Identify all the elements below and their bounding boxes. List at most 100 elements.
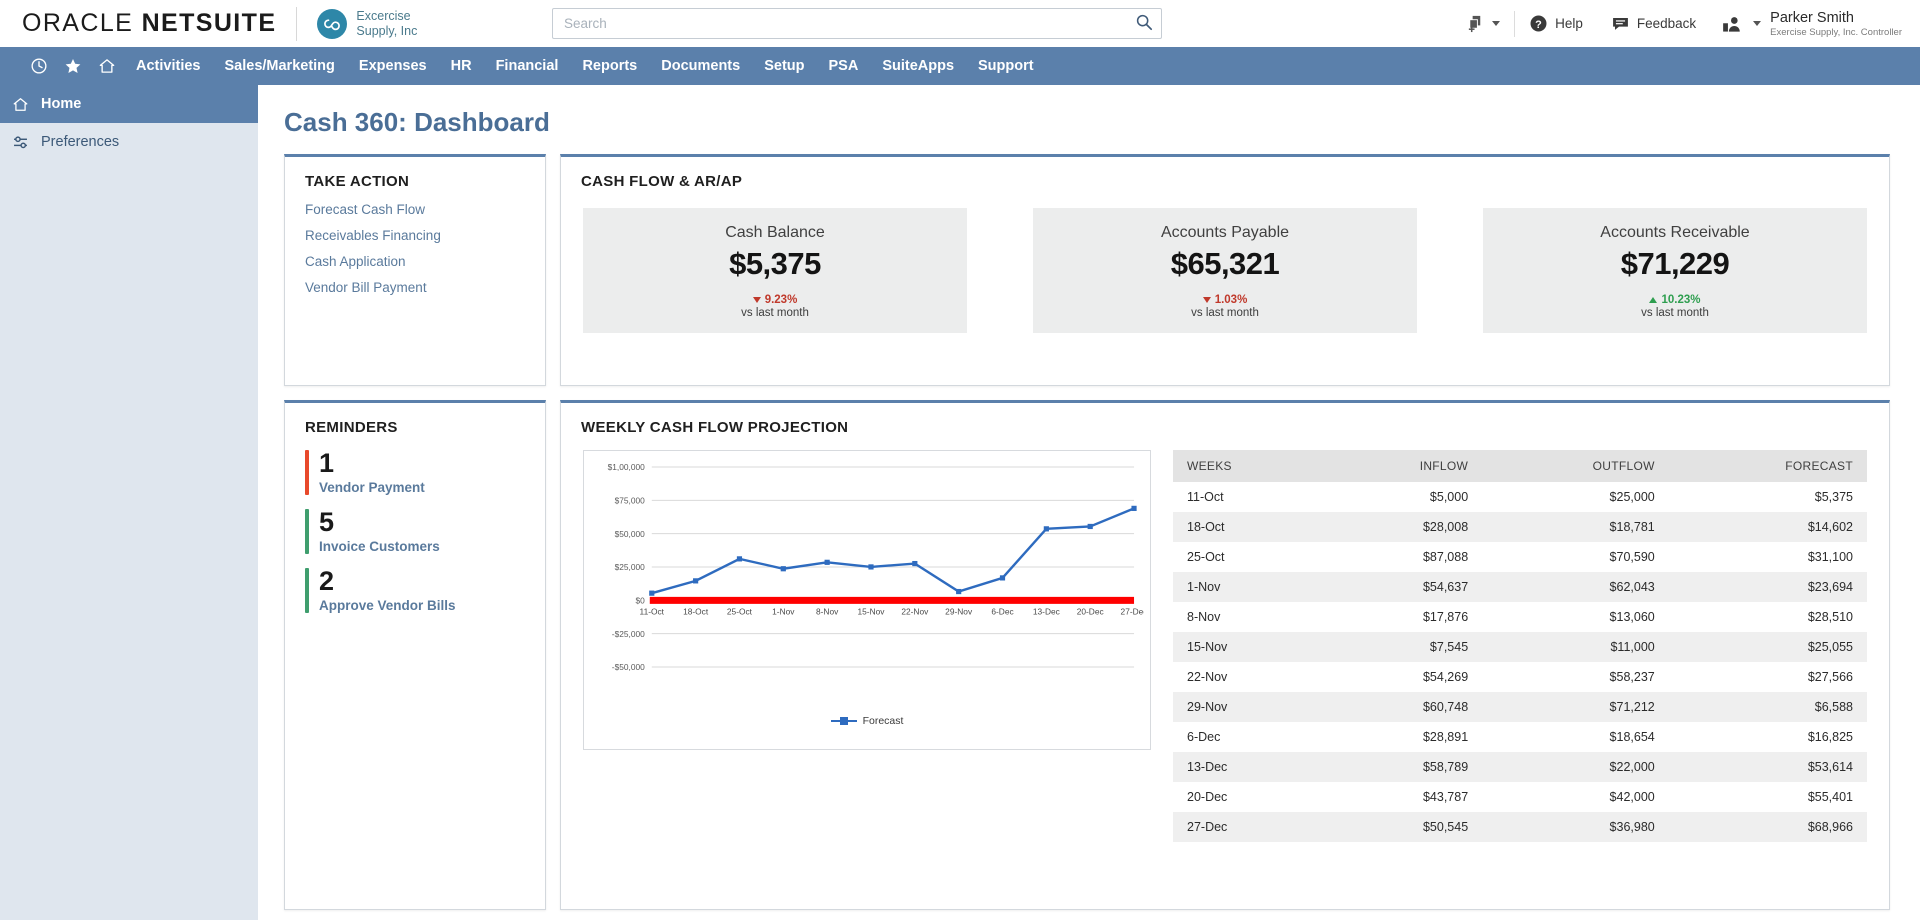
sidebar-item-home-label: Home: [41, 96, 81, 112]
home-icon: [98, 57, 116, 75]
take-action-panel: TAKE ACTION Forecast Cash Flow Receivabl…: [284, 154, 546, 386]
cell-outflow: $70,590: [1482, 542, 1669, 572]
kpi-card-cash-balance[interactable]: Cash Balance $5,375 9.23% vs last month: [583, 208, 967, 333]
reminder-item-vendor-payment[interactable]: 1 Vendor Payment: [305, 450, 545, 495]
forecast-line-chart[interactable]: $1,00,000$75,000$50,000$25,000$0-$25,000…: [583, 450, 1151, 750]
x-axis-tick-label: 11-Oct: [640, 606, 665, 616]
sidebar-item-home[interactable]: Home: [0, 85, 258, 123]
table-row[interactable]: 27-Dec$50,545$36,980$68,966: [1173, 812, 1867, 842]
nav-item-support[interactable]: Support: [966, 47, 1046, 85]
cell-week: 15-Nov: [1173, 632, 1324, 662]
table-row[interactable]: 29-Nov$60,748$71,212$6,588: [1173, 692, 1867, 722]
kpi-card-accounts-receivable[interactable]: Accounts Receivable $71,229 10.23% vs la…: [1483, 208, 1867, 333]
cell-inflow: $60,748: [1324, 692, 1482, 722]
nav-item-psa[interactable]: PSA: [816, 47, 870, 85]
take-action-vendor-bill-payment[interactable]: Vendor Bill Payment: [305, 280, 545, 295]
nav-item-suiteapps[interactable]: SuiteApps: [870, 47, 966, 85]
kpi-label: Accounts Payable: [1043, 224, 1407, 242]
search-button[interactable]: [1132, 12, 1156, 35]
table-row[interactable]: 6-Dec$28,891$18,654$16,825: [1173, 722, 1867, 752]
x-axis-tick-label: 25-Oct: [727, 606, 753, 616]
column-header-outflow[interactable]: OUTFLOW: [1482, 450, 1669, 482]
table-row[interactable]: 20-Dec$43,787$42,000$55,401: [1173, 782, 1867, 812]
reminder-count: 1: [319, 450, 425, 477]
cell-week: 25-Oct: [1173, 542, 1324, 572]
left-sidebar: Home Preferences: [0, 85, 258, 920]
nav-item-financial[interactable]: Financial: [484, 47, 571, 85]
column-header-forecast[interactable]: FORECAST: [1669, 450, 1867, 482]
take-action-forecast-cash-flow[interactable]: Forecast Cash Flow: [305, 202, 545, 217]
y-axis-tick-label: $25,000: [615, 562, 646, 572]
cell-outflow: $25,000: [1482, 482, 1669, 512]
kpi-delta: 9.23%: [593, 294, 957, 306]
sidebar-item-preferences[interactable]: Preferences: [0, 123, 258, 161]
cell-inflow: $87,088: [1324, 542, 1482, 572]
x-axis-tick-label: 22-Nov: [901, 606, 929, 616]
kpi-subtext: vs last month: [593, 307, 957, 319]
cell-outflow: $42,000: [1482, 782, 1669, 812]
nav-item-documents[interactable]: Documents: [649, 47, 752, 85]
table-row[interactable]: 25-Oct$87,088$70,590$31,100: [1173, 542, 1867, 572]
x-axis-tick-label: 1-Nov: [772, 606, 795, 616]
data-point-marker: [693, 578, 698, 583]
table-row[interactable]: 18-Oct$28,008$18,781$14,602: [1173, 512, 1867, 542]
oracle-netsuite-logo[interactable]: ORACLE NETSUITE: [22, 9, 276, 38]
column-header-weeks[interactable]: WEEKS: [1173, 450, 1324, 482]
help-button[interactable]: ? Help: [1515, 0, 1597, 47]
search-input[interactable]: [552, 8, 1162, 39]
table-row[interactable]: 1-Nov$54,637$62,043$23,694: [1173, 572, 1867, 602]
cell-inflow: $17,876: [1324, 602, 1482, 632]
cell-week: 22-Nov: [1173, 662, 1324, 692]
nav-item-setup[interactable]: Setup: [752, 47, 816, 85]
take-action-cash-application[interactable]: Cash Application: [305, 254, 545, 269]
cell-outflow: $62,043: [1482, 572, 1669, 602]
reminder-item-invoice-customers[interactable]: 5 Invoice Customers: [305, 509, 545, 554]
projection-body: $1,00,000$75,000$50,000$25,000$0-$25,000…: [561, 436, 1889, 909]
company-name-line2: Supply, Inc: [356, 24, 417, 39]
cell-forecast: $5,375: [1669, 482, 1867, 512]
user-menu[interactable]: Parker Smith Exercise Supply, Inc. Contr…: [1710, 9, 1902, 39]
cell-inflow: $43,787: [1324, 782, 1482, 812]
reminder-item-approve-vendor-bills[interactable]: 2 Approve Vendor Bills: [305, 568, 545, 613]
data-point-marker: [781, 566, 786, 571]
nav-item-expenses[interactable]: Expenses: [347, 47, 439, 85]
take-action-receivables-financing[interactable]: Receivables Financing: [305, 228, 545, 243]
table-row[interactable]: 15-Nov$7,545$11,000$25,055: [1173, 632, 1867, 662]
nav-item-reports[interactable]: Reports: [570, 47, 649, 85]
y-axis-tick-label: $1,00,000: [608, 462, 646, 472]
triangle-down-icon: [1203, 297, 1211, 303]
cell-outflow: $18,781: [1482, 512, 1669, 542]
cell-week: 27-Dec: [1173, 812, 1324, 842]
table-row[interactable]: 22-Nov$54,269$58,237$27,566: [1173, 662, 1867, 692]
chart-canvas: $1,00,000$75,000$50,000$25,000$0-$25,000…: [590, 459, 1144, 711]
feedback-button[interactable]: Feedback: [1597, 0, 1710, 47]
cell-forecast: $28,510: [1669, 602, 1867, 632]
x-axis-tick-label: 15-Nov: [858, 606, 886, 616]
add-record-menu[interactable]: [1452, 0, 1514, 47]
netsuite-wordmark: NETSUITE: [142, 9, 277, 37]
star-icon: [64, 57, 82, 75]
feedback-bubble-icon: [1611, 14, 1630, 33]
cell-inflow: $28,891: [1324, 722, 1482, 752]
table-row[interactable]: 8-Nov$17,876$13,060$28,510: [1173, 602, 1867, 632]
nav-home-icon-button[interactable]: [90, 47, 124, 85]
kpi-subtext: vs last month: [1493, 307, 1857, 319]
nav-recent-records[interactable]: [22, 47, 56, 85]
table-row[interactable]: 13-Dec$58,789$22,000$53,614: [1173, 752, 1867, 782]
kpi-delta-value: 1.03%: [1215, 294, 1248, 306]
kpi-label: Cash Balance: [593, 224, 957, 242]
nav-item-activities[interactable]: Activities: [124, 47, 212, 85]
kpi-card-accounts-payable[interactable]: Accounts Payable $65,321 1.03% vs last m…: [1033, 208, 1417, 333]
kpi-value: $71,229: [1493, 246, 1857, 282]
column-header-inflow[interactable]: INFLOW: [1324, 450, 1482, 482]
projection-table-wrap: WEEKS INFLOW OUTFLOW FORECAST 11-Oct$5,0…: [1173, 450, 1867, 909]
cell-outflow: $58,237: [1482, 662, 1669, 692]
kpi-row: Cash Balance $5,375 9.23% vs last month …: [561, 190, 1889, 333]
nav-item-hr[interactable]: HR: [439, 47, 484, 85]
company-name-line1: Excercise: [356, 9, 417, 24]
table-row[interactable]: 11-Oct$5,000$25,000$5,375: [1173, 482, 1867, 512]
company-badge[interactable]: Excercise Supply, Inc: [317, 9, 417, 39]
nav-item-sales-marketing[interactable]: Sales/Marketing: [212, 47, 346, 85]
global-search[interactable]: [552, 8, 1162, 39]
nav-shortcuts[interactable]: [56, 47, 90, 85]
